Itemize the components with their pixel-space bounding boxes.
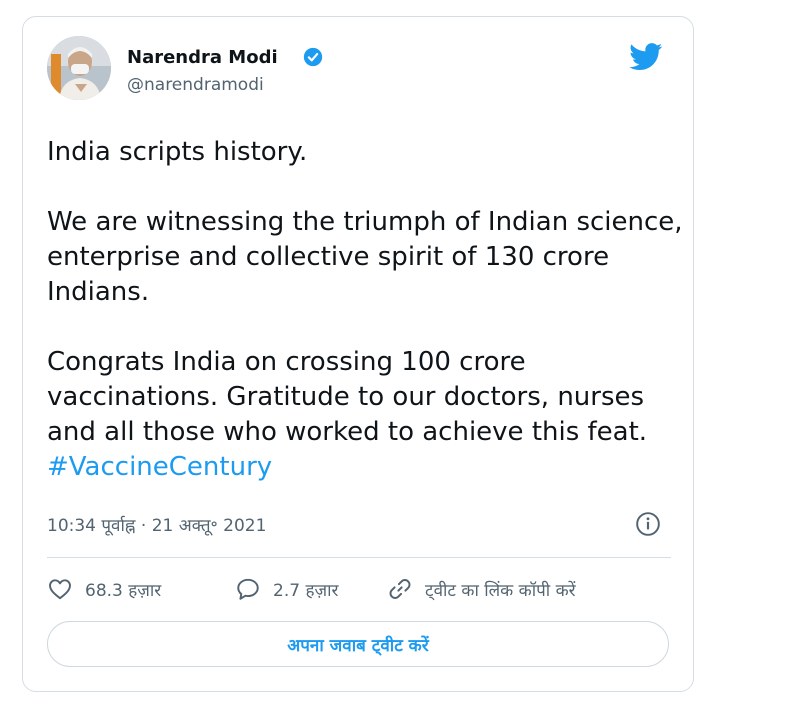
author-name[interactable]: Narendra Modi — [127, 47, 278, 68]
tweet-reply-button[interactable]: अपना जवाब ट्वीट करें — [47, 621, 669, 667]
tweet-paragraph: India scripts history. — [47, 137, 308, 167]
copy-link-button[interactable]: ट्वीट का लिंक कॉपी करें — [387, 576, 576, 602]
hashtag-link[interactable]: #VaccineCentury — [47, 450, 687, 485]
tweet-paragraph-text: Congrats India on crossing 100 crore vac… — [47, 347, 648, 447]
tweet-card: Narendra Modi @narendramodi India script… — [22, 16, 694, 692]
verified-badge-icon — [303, 47, 323, 67]
reply-action-button[interactable]: 2.7 हज़ार — [235, 576, 387, 602]
divider — [47, 557, 671, 558]
tweet-paragraph: Congrats India on crossing 100 crore vac… — [47, 345, 687, 485]
heart-icon — [49, 579, 71, 600]
tweet-timestamp[interactable]: 10:34 पूर्वाह्न · 21 अक्तू॰ 2021 — [47, 513, 266, 536]
reply-bubble-icon — [237, 578, 259, 600]
like-button[interactable]: 68.3 हज़ार — [47, 576, 235, 602]
avatar-photo-icon — [47, 36, 111, 100]
action-bar: 68.3 हज़ार 2.7 हज़ार ट्वीट का लिंक कॉपी … — [47, 573, 576, 605]
reply-count: 2.7 हज़ार — [273, 580, 339, 601]
twitter-logo-icon[interactable] — [629, 43, 663, 71]
copy-link-label: ट्वीट का लिंक कॉपी करें — [425, 580, 576, 601]
link-icon — [389, 579, 411, 599]
like-count: 68.3 हज़ार — [85, 580, 162, 601]
tweet-paragraph: We are witnessing the triumph of Indian … — [47, 207, 683, 307]
tweet-text: India scripts history. We are witnessing… — [47, 135, 687, 485]
info-icon[interactable] — [635, 511, 661, 537]
author-handle[interactable]: @narendramodi — [127, 75, 264, 95]
avatar[interactable] — [47, 36, 111, 100]
